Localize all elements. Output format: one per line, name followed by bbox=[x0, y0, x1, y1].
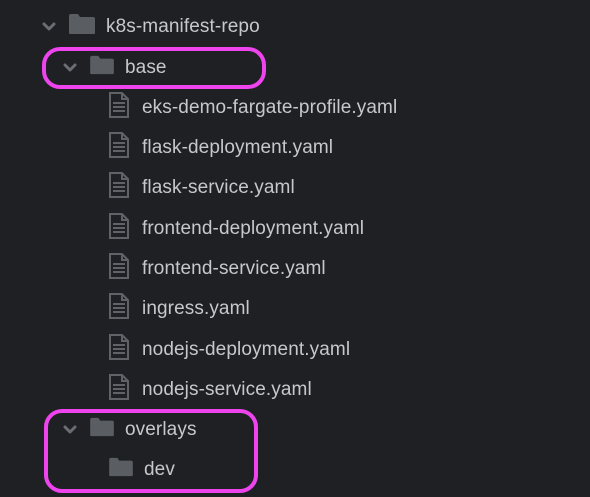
folder-icon bbox=[108, 457, 134, 483]
tree-item-file[interactable]: flask-deployment.yaml bbox=[108, 132, 334, 164]
tree-item-overlays[interactable]: overlays bbox=[63, 415, 197, 445]
chevron-down-icon[interactable] bbox=[63, 423, 77, 437]
folder-icon bbox=[89, 417, 115, 443]
tree-item-k8s-manifest-repo[interactable]: k8s-manifest-repo bbox=[42, 12, 260, 42]
tree-item-dev[interactable]: dev bbox=[108, 455, 175, 485]
tree-item-label: frontend-service.yaml bbox=[142, 258, 326, 279]
document-icon bbox=[108, 334, 130, 366]
document-icon bbox=[108, 132, 130, 164]
document-icon bbox=[108, 213, 130, 245]
file-tree: k8s-manifest-repo base eks-demo-fargate-… bbox=[0, 0, 590, 497]
tree-item-label: flask-service.yaml bbox=[142, 177, 295, 198]
folder-icon bbox=[68, 13, 96, 41]
tree-item-file[interactable]: nodejs-deployment.yaml bbox=[108, 334, 351, 366]
tree-item-label: dev bbox=[144, 459, 175, 480]
tree-item-label: ingress.yaml bbox=[142, 298, 250, 319]
tree-item-label: overlays bbox=[125, 419, 197, 440]
document-icon bbox=[108, 293, 130, 325]
chevron-down-icon[interactable] bbox=[42, 20, 56, 34]
tree-item-label: base bbox=[125, 57, 167, 78]
tree-item-label: flask-deployment.yaml bbox=[142, 137, 334, 158]
tree-item-file[interactable]: frontend-deployment.yaml bbox=[108, 213, 365, 245]
tree-item-label: eks-demo-fargate-profile.yaml bbox=[142, 97, 398, 118]
tree-item-base[interactable]: base bbox=[63, 53, 167, 83]
tree-item-file[interactable]: eks-demo-fargate-profile.yaml bbox=[108, 92, 398, 124]
tree-item-label: frontend-deployment.yaml bbox=[142, 218, 365, 239]
tree-item-file[interactable]: nodejs-service.yaml bbox=[108, 374, 312, 406]
document-icon bbox=[108, 92, 130, 124]
tree-item-label: k8s-manifest-repo bbox=[106, 16, 260, 37]
document-icon bbox=[108, 253, 130, 285]
chevron-down-icon[interactable] bbox=[63, 61, 77, 75]
tree-item-file[interactable]: frontend-service.yaml bbox=[108, 253, 326, 285]
tree-item-file[interactable]: flask-service.yaml bbox=[108, 172, 295, 204]
document-icon bbox=[108, 374, 130, 406]
tree-item-file[interactable]: ingress.yaml bbox=[108, 293, 250, 325]
document-icon bbox=[108, 172, 130, 204]
tree-item-label: nodejs-deployment.yaml bbox=[142, 339, 351, 360]
folder-icon bbox=[89, 55, 115, 81]
tree-item-label: nodejs-service.yaml bbox=[142, 379, 312, 400]
